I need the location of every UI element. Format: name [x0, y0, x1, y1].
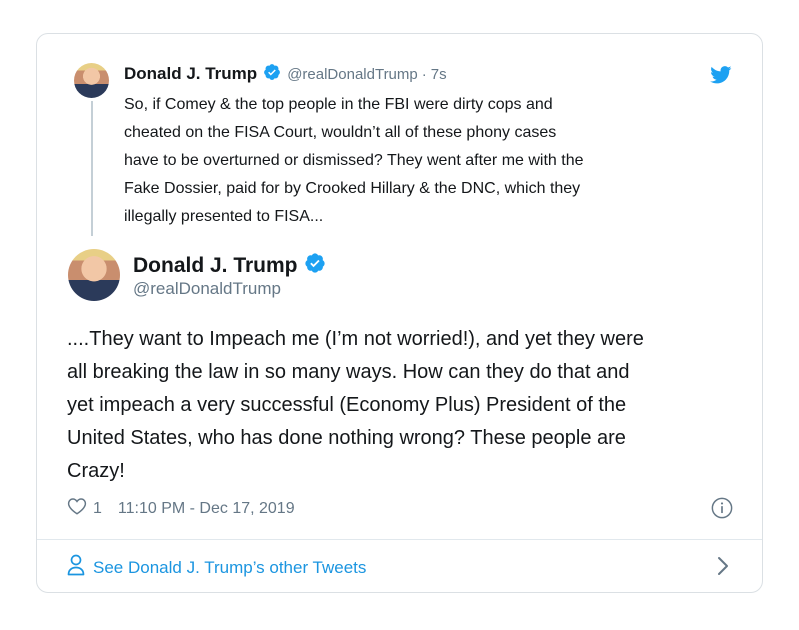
footer-divider — [37, 539, 762, 540]
quoted-avatar[interactable] — [74, 63, 109, 98]
quoted-tweet-header: Donald J. Trump @realDonaldTrump · 7s — [124, 63, 447, 85]
verified-badge-icon — [263, 63, 281, 86]
person-icon — [67, 554, 85, 581]
quoted-author-handle[interactable]: @realDonaldTrump — [287, 66, 418, 83]
embedded-tweet-card: Donald J. Trump @realDonaldTrump · 7s So… — [36, 33, 763, 593]
see-other-tweets-label[interactable]: See Donald J. Trump’s other Tweets — [93, 558, 366, 578]
heart-icon[interactable] — [67, 497, 87, 520]
tweet-timestamp[interactable]: 11:10 PM - Dec 17, 2019 — [118, 500, 295, 518]
info-icon[interactable] — [711, 497, 733, 524]
main-avatar[interactable] — [68, 249, 120, 301]
quoted-tweet-text: So, if Comey & the top people in the FBI… — [124, 96, 584, 225]
main-author-handle[interactable]: @realDonaldTrump — [133, 279, 281, 299]
see-other-tweets-link[interactable]: See Donald J. Trump’s other Tweets — [67, 554, 366, 581]
header-separator: · — [421, 65, 427, 83]
quoted-author-name[interactable]: Donald J. Trump — [124, 64, 257, 84]
quoted-tweet-time[interactable]: 7s — [431, 66, 447, 83]
like-count[interactable]: 1 — [93, 500, 102, 518]
main-tweet-text: ....They want to Impeach me (I’m not wor… — [67, 328, 644, 482]
verified-badge-icon — [304, 252, 326, 279]
main-tweet-header: Donald J. Trump — [133, 252, 326, 279]
main-author-name[interactable]: Donald J. Trump — [133, 254, 298, 278]
chevron-right-icon[interactable] — [717, 556, 729, 581]
twitter-bird-icon[interactable] — [710, 66, 732, 89]
thread-connector-line — [91, 101, 93, 236]
tweet-meta: 1 11:10 PM - Dec 17, 2019 — [67, 497, 295, 520]
